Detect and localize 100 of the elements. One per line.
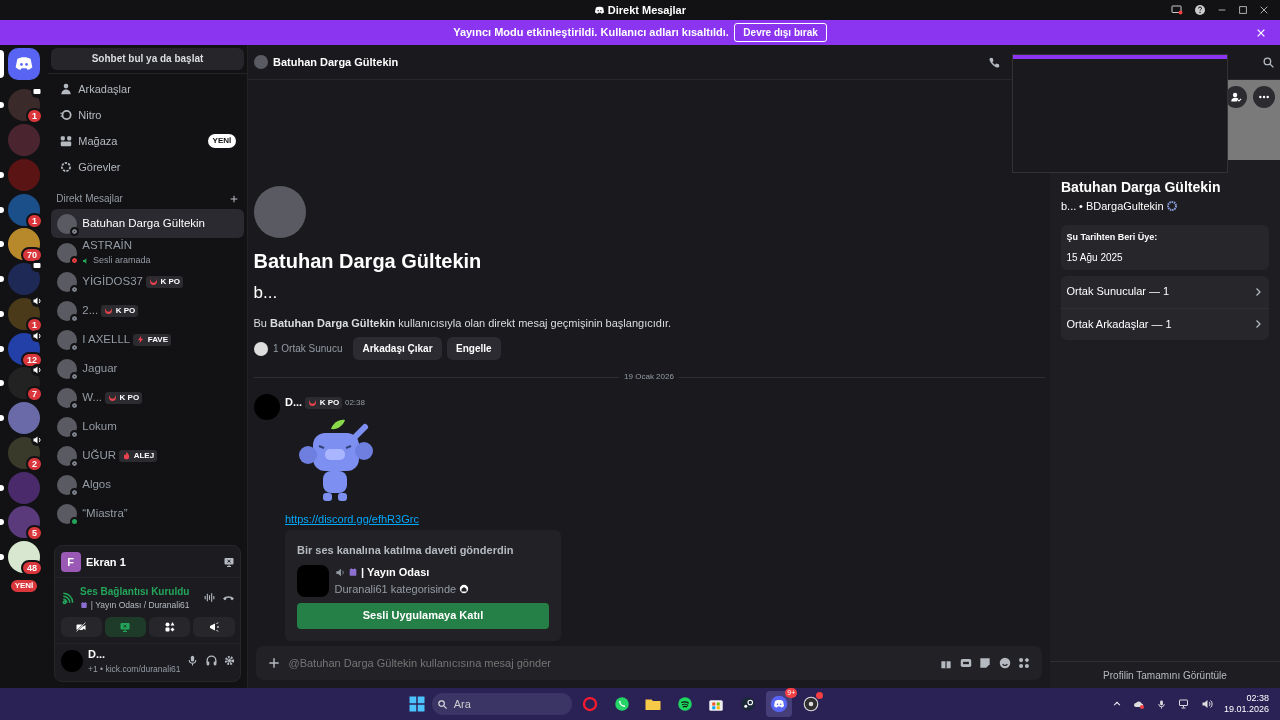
stream-avatar: F — [60, 551, 81, 572]
apps-icon[interactable] — [1017, 656, 1031, 670]
settings-icon[interactable] — [223, 654, 236, 668]
mutual-link[interactable]: Ortak Arkadaşlar — 1 — [1061, 307, 1269, 340]
search-field[interactable]: Ara — [431, 693, 572, 715]
server-icon[interactable] — [8, 506, 40, 539]
dm-subtitle: Sesli aramada — [93, 254, 151, 268]
help-icon[interactable] — [1194, 4, 1206, 16]
nav-item[interactable]: Arkadaşlar — [50, 76, 245, 103]
lightning-icon — [135, 335, 145, 344]
dm-item[interactable]: I AXELLL FAVE — [50, 325, 245, 354]
signal-icon — [60, 590, 75, 605]
invite-title: Bir ses kanalına katılma daveti gönderdin — [297, 543, 515, 558]
windows-start-icon[interactable] — [408, 695, 427, 713]
section-title: Direkt Mesajlar — [56, 192, 123, 207]
new-badge: YENİ — [8, 577, 40, 594]
user-name: D... — [88, 647, 107, 663]
speaker-icon[interactable] — [1200, 698, 1213, 710]
nav-item[interactable]: Görevler — [50, 154, 245, 181]
invite-link[interactable]: https://discord.gg/efhR3Grc — [285, 510, 561, 528]
dm-item[interactable]: UĞUR ALEJ — [50, 441, 245, 470]
dm-item[interactable]: Batuhan Darga Gültekin — [50, 209, 245, 238]
dm-item[interactable]: W... K PO — [50, 383, 245, 412]
screen-share-icon — [119, 621, 132, 633]
server-icon — [297, 564, 329, 597]
search-icon[interactable] — [1261, 55, 1275, 69]
disable-button[interactable]: Devre dışı bırak — [734, 23, 827, 42]
date-divider: 19 Ocak 2026 — [624, 371, 674, 384]
server-icon[interactable] — [8, 263, 40, 295]
profile-name: Batuhan Darga Gültekin — [1061, 177, 1222, 197]
message-composer[interactable]: @Batuhan Darga Gültekin kullanıcısına mesaj gönder — [256, 646, 1042, 680]
chevron-up-icon[interactable] — [1111, 699, 1122, 709]
microphone-icon[interactable] — [186, 654, 199, 668]
voice-channel[interactable]: | Yayın Odası / Duranali61 — [90, 598, 190, 612]
nav-label: Nitro — [78, 108, 103, 123]
shapes-icon — [163, 621, 176, 633]
close-icon[interactable] — [1259, 5, 1269, 15]
nav-item[interactable]: Nitro — [50, 102, 245, 129]
message-field[interactable]: @Batuhan Darga Gültekin kullanıcısına mesaj gönder — [286, 653, 934, 673]
gif-icon[interactable] — [958, 656, 973, 670]
monitor-alert-icon[interactable] — [1171, 4, 1183, 16]
voice-control-button[interactable] — [148, 617, 191, 637]
discord-logo-icon — [594, 4, 605, 16]
person-check-icon[interactable] — [1225, 85, 1247, 108]
dm-item[interactable]: “Miastra” — [50, 499, 245, 528]
music-circle-icon — [675, 695, 694, 713]
discord-logo-icon — [770, 695, 789, 713]
phone-icon[interactable] — [987, 55, 1001, 69]
home-button[interactable] — [8, 47, 40, 80]
channel-name: | Yayın Odası — [361, 565, 430, 580]
headphones-icon[interactable] — [204, 654, 218, 668]
intro-text: Bu Batuhan Darga Gültekin kullanıcısıyla olan direkt mesaj geçmişinin başlangıcıdır. — [253, 316, 673, 332]
dm-item[interactable]: Lokum — [50, 412, 245, 441]
message-author[interactable]: D... — [285, 394, 303, 411]
action-button[interactable]: Engelle — [447, 337, 501, 361]
monitor-x-icon[interactable] — [222, 555, 235, 568]
chat-bubble-icon — [612, 695, 631, 713]
dm-name: “Miastra” — [82, 505, 128, 521]
emoji-icon[interactable] — [997, 656, 1012, 670]
maximize-icon[interactable] — [1238, 5, 1248, 15]
clock[interactable]: 02:38 19.01.2026 — [1223, 693, 1269, 715]
dm-item[interactable]: Jaguar — [50, 354, 245, 383]
sticker-icon[interactable] — [978, 656, 992, 670]
mutual-link[interactable]: Ortak Sunucular — 1 — [1061, 275, 1269, 308]
dm-name: Algos — [82, 476, 112, 492]
dm-name: Lokum — [82, 418, 117, 434]
sound-wave-icon[interactable] — [203, 591, 216, 605]
tag-badge: K PO — [101, 304, 139, 317]
more-icon[interactable] — [1252, 85, 1275, 108]
voice-control-button[interactable] — [60, 617, 102, 637]
join-button[interactable]: Sesli Uygulamaya Katıl — [297, 602, 549, 629]
flower-badge-icon — [1166, 199, 1179, 212]
plus-icon[interactable] — [228, 193, 239, 204]
dm-item[interactable]: 2... K PO — [50, 296, 245, 325]
record-circle-icon — [801, 695, 820, 713]
nav-item[interactable]: Mağaza YENİ — [50, 128, 245, 155]
server-icon — [253, 341, 268, 356]
calendar-icon — [80, 601, 88, 610]
tag-badge: K PO — [304, 396, 343, 409]
user-status: +1 • kick.com/duranali61 — [88, 662, 181, 676]
dm-item[interactable]: Algos — [50, 470, 245, 499]
dm-item[interactable]: ASTRAİN Sesli aramada — [50, 238, 245, 267]
tag-badge: FAVE — [132, 333, 172, 346]
search-icon — [437, 698, 449, 710]
nav-label: Arkadaşlar — [78, 82, 132, 97]
ring-icon — [581, 695, 600, 713]
nav-label: Görevler — [78, 160, 122, 175]
network-icon[interactable] — [1177, 698, 1190, 710]
plus-icon[interactable] — [267, 656, 281, 670]
voice-control-button[interactable] — [193, 617, 235, 637]
search-field[interactable]: Sohbet bul ya da başlat — [50, 47, 245, 70]
dm-item[interactable]: YİGİDOS37 K PO — [50, 267, 245, 296]
action-button[interactable]: Arkadaşı Çıkar — [353, 337, 442, 361]
cloud-icon[interactable] — [1132, 698, 1145, 710]
selection-indicator — [0, 49, 4, 78]
channel-category: Duranali61 kategorisinde — [334, 581, 457, 597]
stream-title: Ekran 1 — [86, 554, 127, 570]
microphone-icon[interactable] — [1155, 698, 1167, 710]
mutual-servers[interactable]: 1 Ortak Sunucu — [273, 341, 343, 357]
dm-name: 2... — [82, 302, 99, 318]
